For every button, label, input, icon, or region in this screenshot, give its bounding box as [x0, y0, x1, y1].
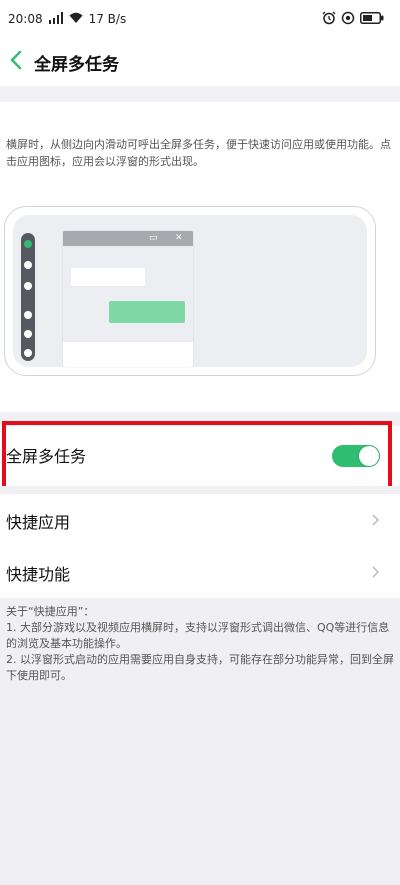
close-icon: ✕ — [175, 233, 183, 243]
net-speed: 17 B/s — [88, 12, 127, 26]
floating-window-header: ▭ ✕ — [63, 231, 193, 246]
chat-bubble-received — [71, 268, 145, 286]
highlight-box — [2, 421, 392, 493]
rail-dot — [24, 282, 32, 290]
chat-bubble-sent — [109, 301, 185, 323]
status-bar: 20:08 17 B/s — [0, 0, 400, 38]
wifi-icon — [69, 12, 83, 26]
page-title: 全屏多任务 — [34, 54, 119, 75]
rail-dot — [24, 261, 32, 269]
status-right — [322, 11, 384, 28]
rail-dot — [24, 330, 32, 338]
illustration-side-rail — [21, 233, 35, 361]
illustration-floating-window: ▭ ✕ — [63, 231, 193, 367]
rail-dot-active — [24, 240, 32, 248]
back-button[interactable] — [2, 42, 30, 82]
quick-apps-label: 快捷应用 — [6, 513, 71, 532]
status-left: 20:08 17 B/s — [8, 11, 127, 27]
rail-dot — [24, 311, 32, 319]
nav-bar: 全屏多任务 — [0, 38, 400, 86]
alarm-icon — [322, 11, 336, 28]
footer-note: 关于“快捷应用”： 1. 大部分游戏以及视频应用横屏时，支持以浮窗形式调出微信、… — [6, 604, 394, 684]
signal-icon — [48, 11, 63, 27]
footer-heading: 关于“快捷应用”： — [6, 605, 95, 618]
status-time: 20:08 — [8, 12, 43, 26]
minimize-icon: ▭ — [149, 233, 158, 243]
section-gap — [0, 86, 400, 102]
section-gap — [0, 486, 400, 494]
chevron-right-icon — [370, 510, 380, 530]
description-section: 横屏时，从侧边向内滑动可呼出全屏多任务，便于快速访问应用或使用功能。点击应用图标… — [0, 102, 400, 412]
chevron-right-icon — [370, 562, 380, 582]
illustration-phone-landscape: ▭ ✕ — [4, 206, 376, 376]
feature-description: 横屏时，从侧边向内滑动可呼出全屏多任务，便于快速访问应用或使用功能。点击应用图标… — [6, 138, 391, 168]
battery-icon — [360, 11, 384, 27]
floating-window-body — [63, 246, 193, 342]
illustration-screen: ▭ ✕ — [13, 215, 367, 367]
footer-line-1: 1. 大部分游戏以及视频应用横屏时，支持以浮窗形式调出微信、QQ等进行信息的浏览… — [6, 621, 390, 650]
list-item-quick-functions[interactable]: 快捷功能 — [0, 546, 400, 598]
footer-line-2: 2. 以浮窗形式启动的应用需要应用自身支持，可能存在部分功能异常，回到全屏下使用… — [6, 653, 394, 682]
list-item-quick-apps[interactable]: 快捷应用 — [0, 494, 400, 546]
chevron-left-icon — [10, 50, 22, 74]
settings-status-icon — [341, 11, 355, 28]
quick-functions-label: 快捷功能 — [6, 565, 71, 584]
rail-dot — [24, 349, 32, 357]
